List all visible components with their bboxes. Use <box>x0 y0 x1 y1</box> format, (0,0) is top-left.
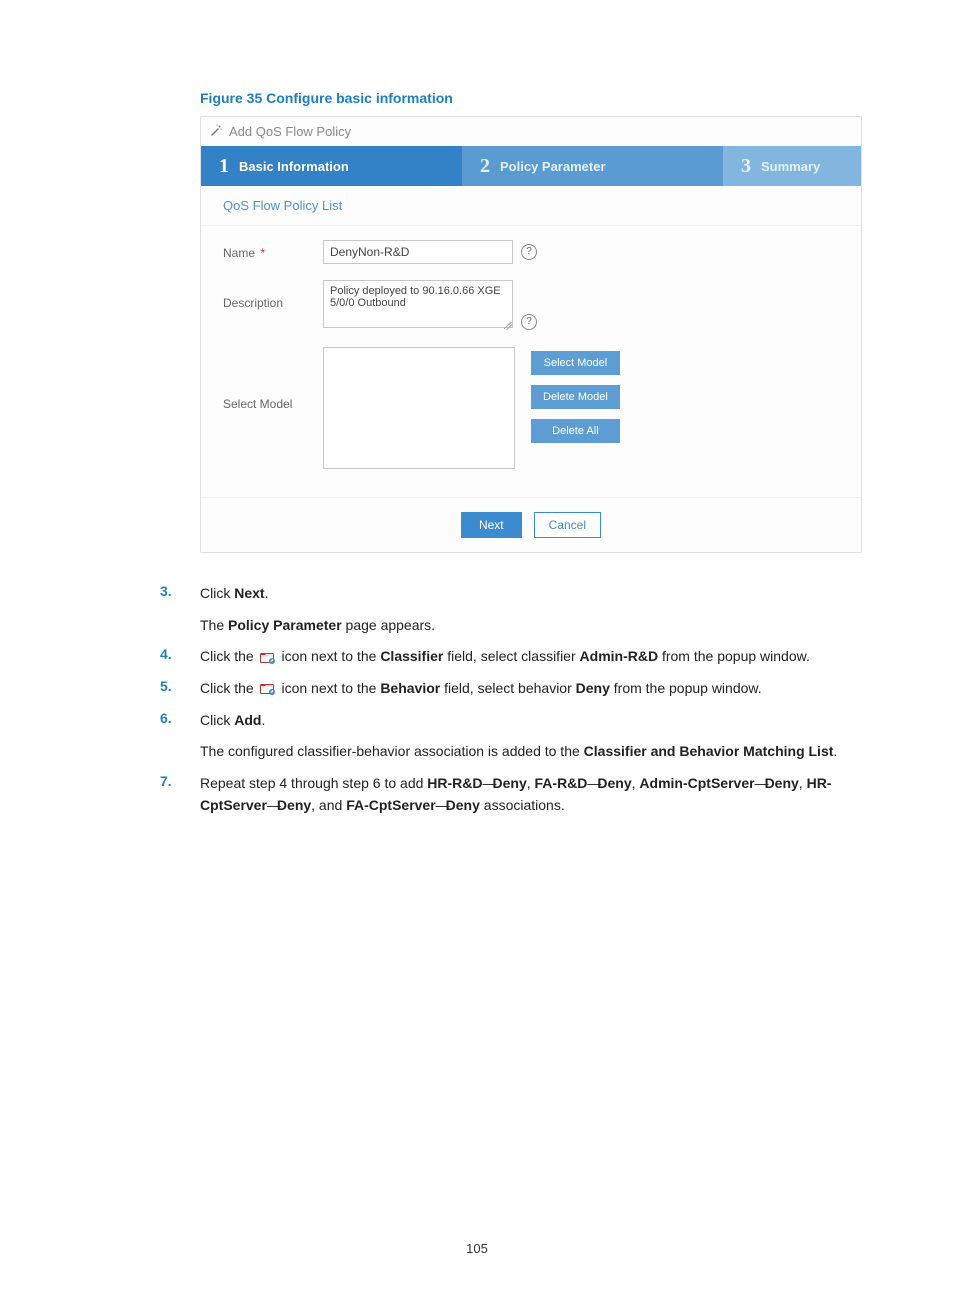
text: , and <box>311 797 346 813</box>
wizard-footer: Next Cancel <box>201 497 861 552</box>
text: , <box>799 775 807 791</box>
folder-icon <box>260 682 276 696</box>
delete-model-button[interactable]: Delete Model <box>531 385 620 409</box>
step-number: 4. <box>160 646 200 662</box>
wizard-steps: 1 Basic Information 2 Policy Parameter 3… <box>201 146 861 186</box>
select-model-button[interactable]: Select Model <box>531 351 620 375</box>
bold: Deny <box>277 797 311 813</box>
text: , <box>527 775 535 791</box>
help-icon[interactable]: ? <box>521 244 537 260</box>
dash: — <box>267 797 277 813</box>
select-model-label: Select Model <box>223 347 323 411</box>
step-number: 5. <box>160 678 200 694</box>
form-row-description: Description ? <box>223 280 839 331</box>
bold: Admin-R&D <box>580 648 659 664</box>
dash: — <box>483 775 493 791</box>
text: . <box>265 585 269 601</box>
instruction-step-6: 6. Click Add. The configured classifier-… <box>160 710 844 763</box>
figure-caption: Figure 35 Configure basic information <box>200 90 864 106</box>
text: from the popup window. <box>610 680 762 696</box>
step-label: Basic Information <box>239 159 349 174</box>
help-icon[interactable]: ? <box>521 314 537 330</box>
bold: Deny <box>597 775 631 791</box>
text: Repeat step 4 through step 6 to add <box>200 775 427 791</box>
dash: — <box>587 775 597 791</box>
cancel-button[interactable]: Cancel <box>534 512 601 538</box>
panel-header: QoS Flow Policy List <box>201 186 861 226</box>
dash: — <box>436 797 446 813</box>
wizard-step-basic-information[interactable]: 1 Basic Information <box>201 146 462 186</box>
bold: Deny <box>576 680 610 696</box>
description-label: Description <box>223 280 323 310</box>
step-number: 1 <box>219 155 229 178</box>
name-label: Name * <box>223 240 323 260</box>
step-number: 6. <box>160 710 200 726</box>
bold: Behavior <box>380 680 440 696</box>
bold: FA-R&D <box>535 775 588 791</box>
text: Click the <box>200 680 258 696</box>
model-buttons-group: Select Model Delete Model Delete All <box>531 351 620 443</box>
step-label: Policy Parameter <box>500 159 606 174</box>
text: associations. <box>480 797 565 813</box>
text: field, select classifier <box>443 648 579 664</box>
instruction-step-3: 3. Click Next. The Policy Parameter page… <box>160 583 844 636</box>
app-title-bar: Add QoS Flow Policy <box>201 117 861 146</box>
bold: Deny <box>765 775 799 791</box>
instruction-list: 3. Click Next. The Policy Parameter page… <box>160 583 844 817</box>
bold: Add <box>234 712 261 728</box>
text: icon next to the <box>281 648 380 664</box>
step-number: 3 <box>741 155 751 178</box>
text: Click <box>200 585 234 601</box>
next-button[interactable]: Next <box>461 512 522 538</box>
dash: — <box>755 775 765 791</box>
step-label: Summary <box>761 159 820 174</box>
instruction-step-7: 7. Repeat step 4 through step 6 to add H… <box>160 773 844 816</box>
instruction-step-4: 4. Click the icon next to the Classifier… <box>160 646 844 668</box>
label-text: Name <box>223 246 255 260</box>
app-screenshot-panel: Add QoS Flow Policy 1 Basic Information … <box>200 116 862 553</box>
text: Click <box>200 712 234 728</box>
form-body: Name * ? Description ? Select Mod <box>201 226 861 497</box>
folder-icon <box>260 651 276 665</box>
text: . <box>833 743 837 759</box>
step-number: 3. <box>160 583 200 599</box>
form-row-select-model: Select Model Select Model Delete Model D… <box>223 347 839 469</box>
instruction-step-5: 5. Click the icon next to the Behavior f… <box>160 678 844 700</box>
model-listbox[interactable] <box>323 347 515 469</box>
bold: Next <box>234 585 264 601</box>
text: . <box>261 712 265 728</box>
page-number: 105 <box>0 1241 954 1256</box>
app-title: Add QoS Flow Policy <box>229 124 351 139</box>
bold: Deny <box>446 797 480 813</box>
bold: HR-R&D <box>427 775 482 791</box>
text: page appears. <box>342 617 435 633</box>
required-mark: * <box>260 246 265 260</box>
bold: Deny <box>493 775 527 791</box>
text: The configured classifier-behavior assoc… <box>200 743 584 759</box>
form-row-name: Name * ? <box>223 240 839 264</box>
description-textarea[interactable] <box>323 280 513 328</box>
bold: Classifier <box>380 648 443 664</box>
text: field, select behavior <box>440 680 575 696</box>
bold: FA-CptServer <box>346 797 435 813</box>
step-number: 2 <box>480 155 490 178</box>
text: from the popup window. <box>658 648 810 664</box>
bold: Admin-CptServer <box>639 775 754 791</box>
text: Click the <box>200 648 258 664</box>
text: icon next to the <box>281 680 380 696</box>
name-input[interactable] <box>323 240 513 264</box>
wand-icon <box>209 123 223 140</box>
bold: Classifier and Behavior Matching List <box>584 743 834 759</box>
text: The <box>200 617 228 633</box>
wizard-step-policy-parameter[interactable]: 2 Policy Parameter <box>462 146 723 186</box>
step-number: 7. <box>160 773 200 789</box>
wizard-step-summary[interactable]: 3 Summary <box>723 146 861 186</box>
bold: Policy Parameter <box>228 617 342 633</box>
delete-all-button[interactable]: Delete All <box>531 419 620 443</box>
